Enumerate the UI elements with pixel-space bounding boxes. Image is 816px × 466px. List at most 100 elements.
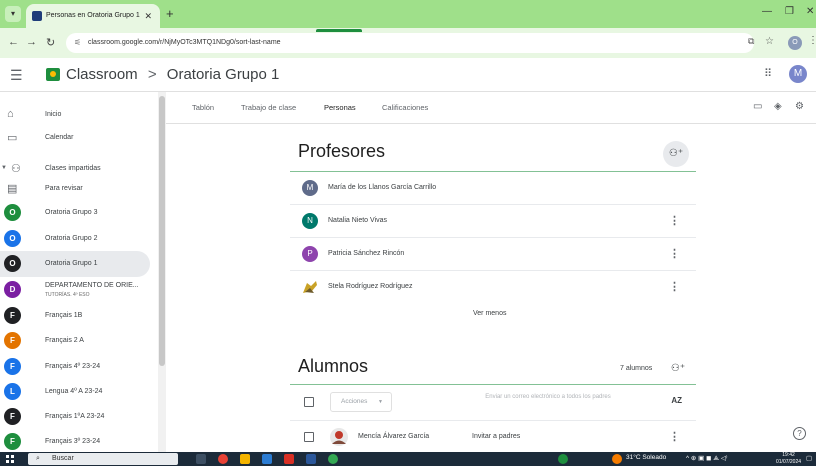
invite-parents-link[interactable]: Invitar a padres — [472, 433, 520, 440]
teacher-row[interactable]: P Patricia Sánchez Rincón ⋮ — [290, 238, 696, 271]
reload-icon[interactable]: ↻ — [46, 36, 55, 49]
more-options-icon[interactable]: ⋮ — [669, 280, 680, 293]
pdf-reader-icon[interactable] — [284, 454, 294, 464]
sidebar-item-para-revisar[interactable]: ▤ Para revisar — [0, 176, 150, 202]
sidebar-item-label: Français 3º 23-24 — [45, 438, 101, 445]
more-options-icon[interactable]: ⋮ — [669, 247, 680, 260]
tab-tablon[interactable]: Tablón — [192, 103, 214, 112]
sidebar-item-class[interactable]: O Oratoria Grupo 2 — [0, 226, 150, 252]
back-icon[interactable]: ← — [8, 36, 19, 48]
new-tab-icon[interactable]: + — [166, 6, 174, 21]
sidebar-item-calendar[interactable]: ▭ Calendar — [0, 125, 150, 151]
taskbar-search-label: Buscar — [52, 455, 74, 462]
student-row[interactable]: Mencía Álvarez García Invitar a padres ⋮ — [290, 421, 696, 452]
forward-icon[interactable]: → — [26, 36, 37, 48]
student-checkbox[interactable] — [304, 432, 314, 442]
sidebar-item-label: Français 4º 23-24 — [45, 363, 101, 370]
app-icon[interactable] — [558, 454, 568, 464]
sidebar-item-class[interactable]: F Français 3º 23-24 — [0, 429, 150, 452]
maximize-icon[interactable]: ❐ — [785, 6, 794, 17]
class-avatar: F — [4, 358, 21, 375]
close-tab-icon[interactable]: ✕ — [144, 4, 152, 28]
bookmark-star-icon[interactable]: ☆ — [765, 36, 774, 47]
breadcrumb: Classroom > Oratoria Grupo 1 — [66, 66, 279, 83]
select-all-checkbox[interactable] — [304, 397, 314, 407]
calendar-icon[interactable]: ▭ — [753, 101, 762, 112]
cast-icon[interactable]: ⧉ — [748, 36, 754, 47]
breadcrumb-class[interactable]: Oratoria Grupo 1 — [167, 66, 280, 83]
collapse-caret-icon[interactable]: ▼ — [1, 165, 7, 171]
windows-start-icon[interactable] — [6, 455, 14, 463]
sidebar-item-label: Clases impartidas — [45, 165, 101, 172]
sidebar-item-class[interactable]: L Lengua 4º A 23-24 — [0, 379, 150, 405]
invite-teacher-button[interactable]: ⚇⁺ — [663, 141, 689, 167]
scrollbar-thumb[interactable] — [159, 96, 165, 366]
teacher-row[interactable]: M María de los Llanos García Carrillo — [290, 172, 696, 205]
browser-menu-icon[interactable]: ⋮ — [808, 35, 816, 46]
task-view-icon[interactable] — [196, 454, 206, 464]
more-options-icon[interactable]: ⋮ — [669, 430, 680, 443]
tab-trabajo-de-clase[interactable]: Trabajo de clase — [241, 103, 296, 112]
sidebar-item-class[interactable]: F Français 1ºA 23-24 — [0, 404, 150, 430]
tab-personas[interactable]: Personas — [324, 103, 356, 112]
store-icon[interactable] — [262, 454, 272, 464]
classroom-logo-icon[interactable] — [46, 68, 60, 81]
email-parents-button[interactable]: Enviar un correo electrónico a todos los… — [478, 393, 618, 401]
teacher-row[interactable]: N Natalia Nieto Vivas ⋮ — [290, 205, 696, 238]
settings-gear-icon[interactable]: ⚙ — [795, 101, 804, 112]
browser-app-icon[interactable] — [328, 454, 338, 464]
window-close-icon[interactable]: ✕ — [806, 6, 814, 17]
main-menu-icon[interactable]: ☰ — [10, 67, 23, 84]
sidebar-item-class[interactable]: O Oratoria Grupo 3 — [0, 200, 150, 226]
active-tab-indicator — [316, 29, 362, 32]
weather-text[interactable]: 31°C Soleado — [626, 454, 666, 461]
teacher-name: Stela Rodríguez Rodríguez — [328, 283, 413, 290]
user-avatar[interactable]: M — [789, 65, 807, 83]
sidebar-scrollbar[interactable] — [158, 92, 166, 452]
sidebar-item-label: Calendar — [45, 134, 74, 141]
notifications-icon[interactable]: ▢ — [806, 454, 812, 462]
browser-tab[interactable]: Personas en Oratoria Grupo 1 ✕ — [26, 4, 160, 28]
sidebar-item-class[interactable]: F Français 1B — [0, 303, 150, 329]
classroom-header: ☰ Classroom > Oratoria Grupo 1 ⠿ M — [0, 58, 816, 92]
google-apps-icon[interactable]: ⠿ — [764, 67, 772, 80]
word-icon[interactable] — [306, 454, 316, 464]
url-input[interactable]: ⚟ classroom.google.com/r/NjMyOTc3MTQ1NDg… — [66, 33, 754, 53]
system-tray-icons[interactable]: ^ ⊕ ▣ ◼ ⟁ ◁⁾ — [686, 454, 727, 463]
sidebar-item-class[interactable]: D DEPARTAMENTO DE ORIE... TUTORÍAS. 4º E… — [0, 277, 150, 303]
review-folder-icon: ▤ — [7, 183, 18, 195]
avatar: N — [302, 213, 318, 229]
class-tabs: Tablón Trabajo de clase Personas Calific… — [166, 92, 816, 124]
minimize-icon[interactable]: — — [762, 6, 772, 17]
drive-folder-icon[interactable]: ◈ — [774, 101, 782, 112]
actions-dropdown[interactable]: Acciones ▼ — [330, 392, 392, 412]
sidebar-item-class-active[interactable]: O Oratoria Grupo 1 — [0, 251, 150, 277]
class-avatar: O — [4, 230, 21, 247]
sidebar-item-sublabel: TUTORÍAS. 4º ESO — [45, 292, 90, 298]
sidebar-item-class[interactable]: F Français 4º 23-24 — [0, 354, 150, 380]
sidebar-item-label: Lengua 4º A 23-24 — [45, 388, 103, 395]
invite-student-button[interactable]: ⚇⁺ — [665, 356, 691, 382]
taskbar-search[interactable]: ⌕ Buscar — [28, 453, 178, 465]
sidebar: ⌂ Inicio ▭ Calendar ▼ ⚇ Clases impartida… — [0, 92, 160, 452]
teacher-row[interactable]: Stela Rodríguez Rodríguez ⋮ — [290, 271, 696, 304]
more-options-icon[interactable]: ⋮ — [669, 214, 680, 227]
ver-menos-link[interactable]: Ver menos — [473, 310, 506, 317]
tab-search-button[interactable]: ▾ — [5, 6, 21, 22]
chrome-icon[interactable] — [218, 454, 228, 464]
tab-calificaciones[interactable]: Calificaciones — [382, 103, 428, 112]
sidebar-item-label: Oratoria Grupo 3 — [45, 209, 98, 216]
sidebar-item-class[interactable]: F Français 2 A — [0, 328, 150, 354]
browser-profile-avatar[interactable]: O — [788, 36, 802, 50]
browser-tab-strip: ▾ Personas en Oratoria Grupo 1 ✕ + — ❐ ✕ — [0, 0, 816, 28]
clock-date: 01/07/2024 — [776, 459, 802, 465]
windows-taskbar: ⌕ Buscar 31°C Soleado ^ ⊕ ▣ ◼ ⟁ ◁⁾ 19:42… — [0, 452, 816, 466]
taskbar-clock[interactable]: 19:42 01/07/2024 — [776, 452, 801, 466]
sort-az-icon[interactable]: AZ — [671, 396, 682, 405]
file-explorer-icon[interactable] — [240, 454, 250, 464]
help-icon[interactable]: ? — [793, 427, 806, 440]
breadcrumb-app[interactable]: Classroom — [66, 66, 138, 83]
site-info-icon[interactable]: ⚟ — [74, 33, 81, 53]
profesores-heading: Profesores — [298, 141, 386, 161]
class-avatar: F — [4, 307, 21, 324]
